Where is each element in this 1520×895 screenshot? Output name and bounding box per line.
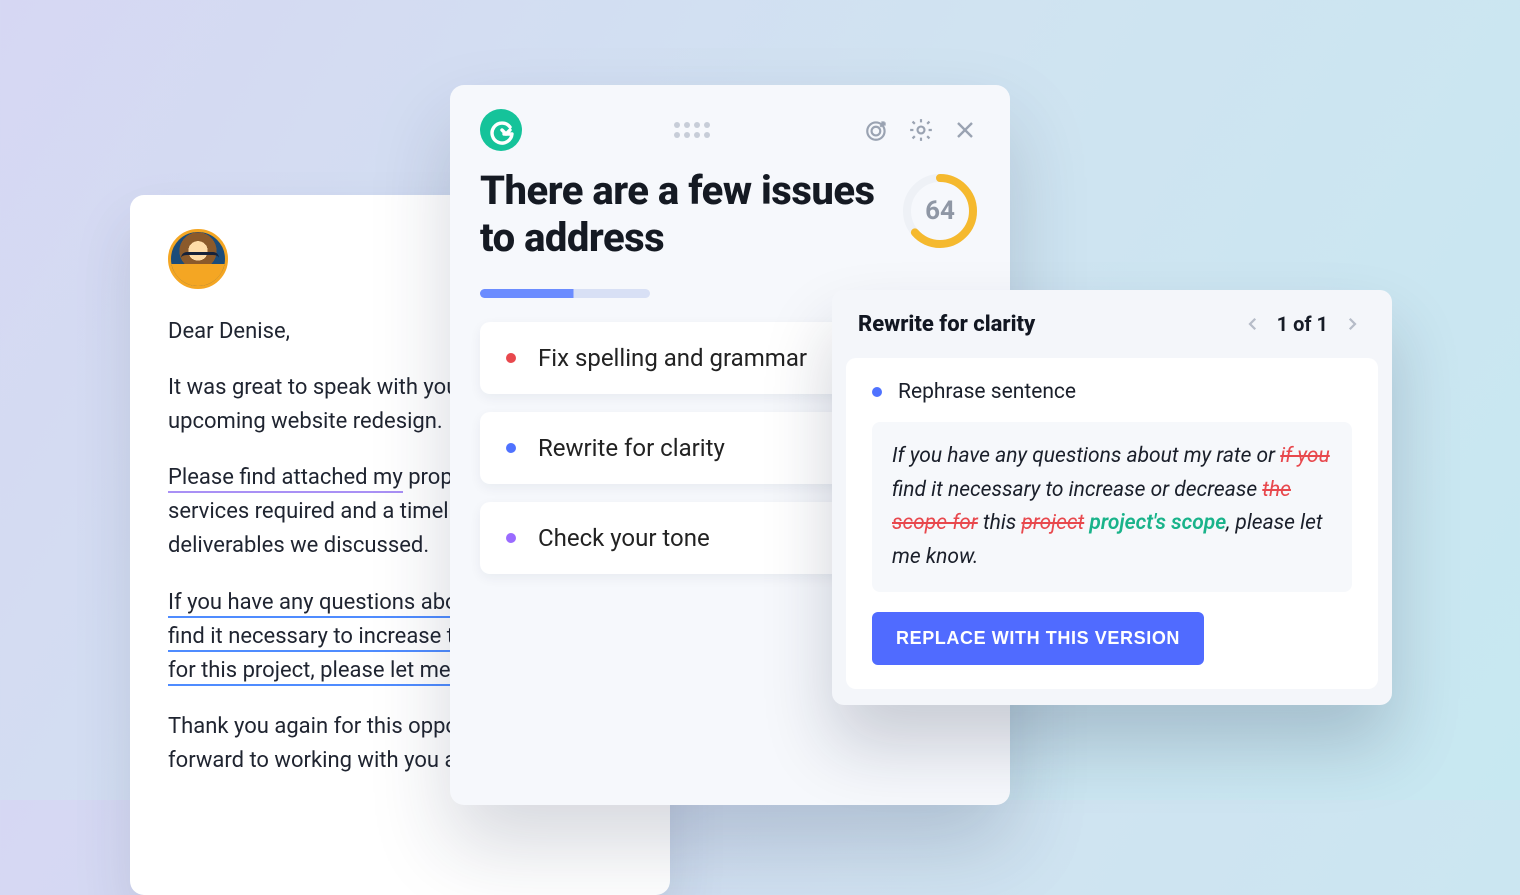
rewrite-body: Rephrase sentence If you have any questi… bbox=[846, 358, 1378, 689]
next-button[interactable] bbox=[1338, 310, 1366, 338]
score-value: 64 bbox=[900, 171, 980, 251]
rewrite-subheading: Rephrase sentence bbox=[898, 380, 1076, 404]
bullet-icon bbox=[872, 387, 882, 397]
prev-button[interactable] bbox=[1239, 310, 1267, 338]
diff-preview: If you have any questions about my rate … bbox=[872, 422, 1352, 592]
page-indicator: 1 of 1 bbox=[1277, 312, 1328, 336]
goals-icon[interactable] bbox=[862, 115, 892, 145]
rewrite-subheading-row: Rephrase sentence bbox=[872, 380, 1352, 404]
inserted-text: project's scope bbox=[1089, 511, 1226, 535]
underlined-text-purple[interactable]: Please find attached my bbox=[168, 465, 403, 493]
score-ring[interactable]: 64 bbox=[900, 171, 980, 251]
suggestion-label: Fix spelling and grammar bbox=[538, 344, 807, 372]
rewrite-heading: Rewrite for clarity bbox=[858, 312, 1035, 337]
close-icon[interactable] bbox=[950, 115, 980, 145]
progress-bar bbox=[480, 289, 650, 298]
rewrite-header: Rewrite for clarity 1 of 1 bbox=[832, 290, 1392, 352]
rewrite-card: Rewrite for clarity 1 of 1 Rephrase sent… bbox=[832, 290, 1392, 705]
bullet-icon bbox=[506, 533, 516, 543]
replace-button[interactable]: REPLACE WITH THIS VERSION bbox=[872, 612, 1204, 665]
suggestion-label: Check your tone bbox=[538, 524, 710, 552]
avatar bbox=[168, 229, 228, 289]
gear-icon[interactable] bbox=[906, 115, 936, 145]
assistant-title: There are a few issues to address bbox=[480, 167, 880, 261]
drag-handle-icon[interactable] bbox=[674, 122, 710, 138]
suggestion-label: Rewrite for clarity bbox=[538, 434, 725, 462]
bullet-icon bbox=[506, 443, 516, 453]
assistant-header bbox=[480, 109, 980, 151]
bullet-icon bbox=[506, 353, 516, 363]
deleted-text: if you bbox=[1280, 444, 1330, 468]
deleted-text: project bbox=[1021, 511, 1084, 535]
grammarly-logo-icon bbox=[480, 109, 522, 151]
